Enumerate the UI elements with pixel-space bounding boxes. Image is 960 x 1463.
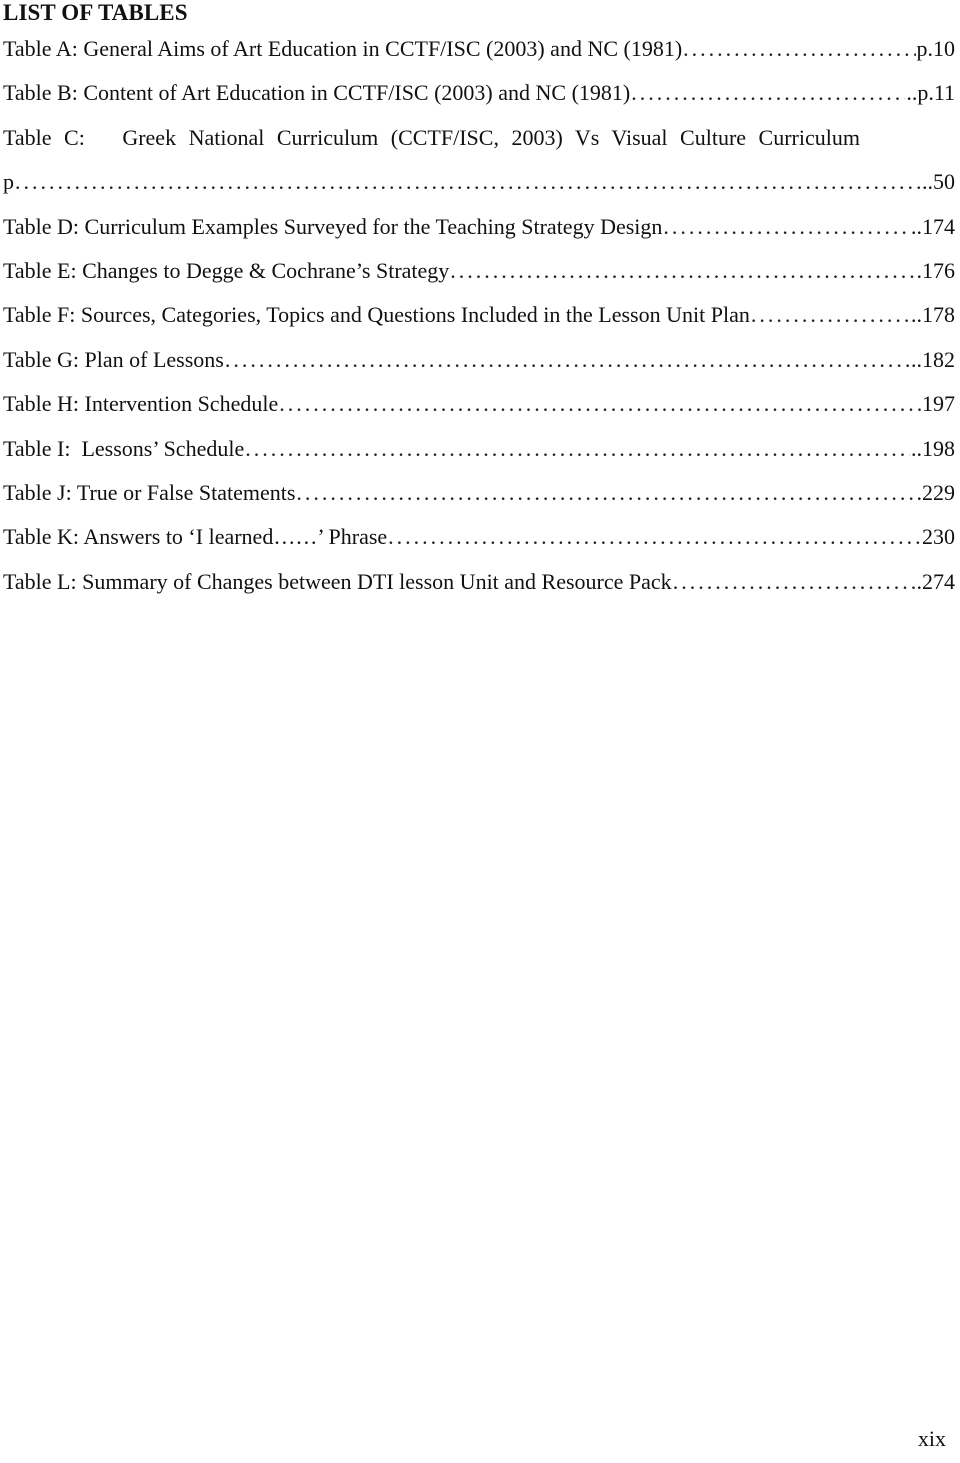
- toc-entry-page: .176: [916, 257, 956, 283]
- toc-entry-title-continued: p: [3, 169, 14, 195]
- toc-entry-page: ..198: [911, 435, 955, 461]
- toc-entry-title: Table F: Sources, Categories, Topics and…: [3, 302, 750, 328]
- dot-leader: [225, 338, 910, 382]
- toc-entry-title: Table J: True or False Statements: [3, 479, 296, 505]
- toc-entry-title: Table E: Changes to Degge & Cochrane’s S…: [3, 257, 450, 283]
- toc-entry-table-h[interactable]: Table H: Intervention Schedule 197: [3, 382, 955, 426]
- list-of-tables-heading: LIST OF TABLES: [3, 0, 188, 25]
- toc-entry-page: ..50: [922, 169, 955, 195]
- toc-entry-title: Table I: Lessons’ Schedule: [3, 435, 245, 461]
- toc-entry-table-a[interactable]: Table A: General Aims of Art Education i…: [3, 27, 955, 71]
- toc-entry-title: Table H: Intervention Schedule: [3, 391, 279, 417]
- toc-entry-table-c-line1[interactable]: Table C: Greek National Curriculum (CCTF…: [3, 116, 955, 160]
- table-of-contents: Table A: General Aims of Art Education i…: [3, 27, 955, 604]
- toc-entry-title: Table G: Plan of Lessons: [3, 346, 224, 372]
- toc-entry-table-j[interactable]: Table J: True or False Statements .229: [3, 471, 955, 515]
- dot-leader: [15, 160, 921, 204]
- dot-leader: [751, 293, 910, 337]
- dot-leader: [673, 560, 916, 604]
- toc-entry-page: ..178: [911, 302, 955, 328]
- dot-leader: [279, 382, 921, 426]
- toc-entry-title: Table A: General Aims of Art Education i…: [3, 36, 683, 61]
- toc-entry-page: ..182: [911, 346, 955, 372]
- dot-leader: [450, 249, 915, 293]
- toc-entry-title: Table D: Curriculum Examples Surveyed fo…: [3, 213, 663, 239]
- dot-leader: [245, 427, 910, 471]
- page-number: xix: [917, 1426, 946, 1451]
- toc-entry-page: .274: [916, 568, 956, 594]
- document-page: LIST OF TABLES Table A: General Aims of …: [0, 0, 960, 1463]
- toc-entry-title: Table K: Answers to ‘I learned……’ Phrase: [3, 524, 388, 550]
- toc-entry-table-l[interactable]: Table L: Summary of Changes between DTI …: [3, 560, 955, 604]
- toc-entry-table-b[interactable]: Table B: Content of Art Education in CCT…: [3, 71, 955, 115]
- toc-entry-page: 197: [922, 391, 955, 417]
- toc-entry-page: ..p.11: [906, 80, 955, 106]
- dot-leader: [663, 205, 910, 249]
- toc-entry-title: Table B: Content of Art Education in CCT…: [3, 80, 631, 106]
- toc-entry-table-e[interactable]: Table E: Changes to Degge & Cochrane’s S…: [3, 249, 955, 293]
- toc-entry-table-g[interactable]: Table G: Plan of Lessons ..182: [3, 338, 955, 382]
- toc-entry-table-k[interactable]: Table K: Answers to ‘I learned……’ Phrase…: [3, 515, 955, 559]
- dot-leader: [296, 471, 915, 515]
- toc-entry-table-d[interactable]: Table D: Curriculum Examples Surveyed fo…: [3, 205, 955, 249]
- toc-entry-page: ..174: [911, 213, 955, 239]
- toc-entry-page: 230: [922, 524, 955, 550]
- toc-entry-table-f[interactable]: Table F: Sources, Categories, Topics and…: [3, 293, 955, 337]
- toc-entry-table-c-line2[interactable]: p ..50: [3, 160, 955, 204]
- dot-leader: [683, 27, 915, 71]
- dot-leader: [388, 515, 921, 559]
- toc-entry-page: .229: [916, 479, 956, 505]
- toc-entry-title: Table C: Greek National Curriculum (CCTF…: [3, 124, 860, 150]
- toc-entry-page: p.10: [916, 36, 956, 61]
- toc-entry-table-i[interactable]: Table I: Lessons’ Schedule ..198: [3, 427, 955, 471]
- dot-leader: [631, 71, 905, 115]
- toc-entry-title: Table L: Summary of Changes between DTI …: [3, 568, 672, 594]
